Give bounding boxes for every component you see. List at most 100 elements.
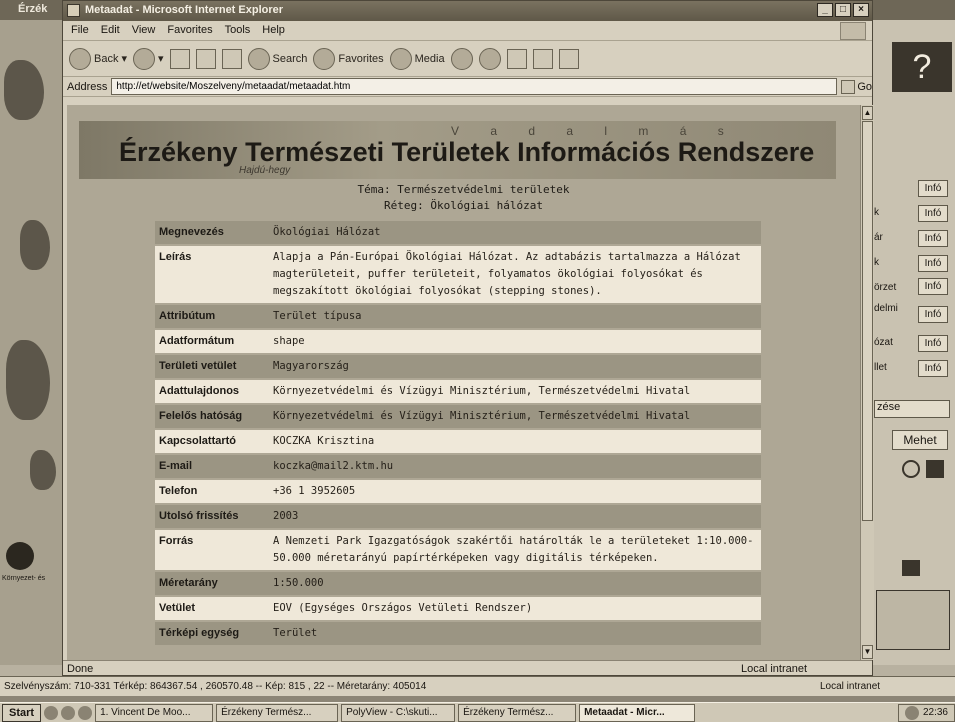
metadata-key: Adatformátum [155, 330, 269, 353]
back-label: Back [94, 52, 119, 65]
system-tray: 22:36 [897, 703, 955, 722]
info-button[interactable]: Infó [918, 278, 948, 295]
metadata-key: Megnevezés [155, 221, 269, 244]
metadata-value: Terület típusa [269, 305, 761, 328]
scroll-down-icon[interactable]: ▼ [862, 645, 873, 659]
metadata-value: Környezetvédelmi és Vízügyi Minisztérium… [269, 380, 761, 403]
banner-title: Érzékeny Természeti Területek Információ… [119, 137, 815, 167]
menu-view[interactable]: View [132, 24, 156, 40]
info-button[interactable]: Infó [918, 255, 948, 272]
page-banner: V a d a l m á s Érzékeny Természeti Terü… [79, 121, 836, 179]
scroll-up-icon[interactable]: ▲ [862, 106, 873, 120]
map-status-text: Szelvényszám: 710-331 Térkép: 864367.54 … [4, 681, 427, 692]
tray-icon[interactable] [904, 705, 919, 720]
back-arrow-icon [69, 47, 91, 70]
home-icon[interactable] [221, 48, 242, 69]
menubar: File Edit View Favorites Tools Help [63, 21, 872, 41]
metadata-key: Attribútum [155, 305, 269, 328]
metadata-key: Felelős hatóság [155, 405, 269, 428]
info-button[interactable]: Infó [918, 306, 948, 323]
start-button[interactable]: Start [2, 703, 42, 722]
metadata-key: Területi vetület [155, 355, 269, 378]
star-icon [313, 47, 336, 70]
metadata-row: Felelős hatóság Környezetvédelmi és Vízüg… [155, 405, 761, 428]
menu-edit[interactable]: Edit [101, 24, 120, 40]
metadata-value: Alapja a Pán-Európai Ökológiai Hálózat. … [269, 246, 761, 303]
metadata-row: Leírás Alapja a Pán-Európai Ökológiai Hál… [155, 246, 761, 303]
back-button[interactable]: Back ▾ [69, 47, 127, 70]
scroll-thumb[interactable] [862, 121, 873, 521]
task-button[interactable]: Érzékeny Termész... [216, 703, 339, 722]
quicklaunch-icon[interactable] [78, 705, 93, 720]
bg-label: delmi [874, 303, 898, 314]
forward-button[interactable]: ▾ [133, 47, 164, 70]
metadata-key: Vetület [155, 597, 269, 620]
go-label: Go [857, 80, 872, 93]
close-button[interactable]: × [853, 3, 869, 17]
minimize-button[interactable]: _ [817, 3, 833, 17]
go-button[interactable]: Go [841, 79, 872, 94]
metadata-row: Adatformátum shape [155, 330, 761, 353]
menu-file[interactable]: File [71, 24, 89, 40]
compass-label: Környezet- és [2, 575, 46, 582]
quicklaunch-icon[interactable] [44, 705, 59, 720]
bg-label: ár [874, 232, 883, 243]
favorites-label: Favorites [338, 52, 384, 65]
task-button-active[interactable]: Metaadat - Micr... [579, 703, 696, 722]
address-input[interactable] [111, 78, 838, 95]
metadata-row: Méretarány 1:50.000 [155, 572, 761, 595]
info-button[interactable]: Infó [918, 335, 948, 352]
info-button[interactable]: Infó [918, 230, 948, 247]
bg-label: k [874, 207, 879, 218]
mail-icon[interactable] [478, 47, 501, 70]
metadata-value: EOV (Egységes Országos Vetületi Rendszer… [269, 597, 761, 620]
layer-select[interactable]: zése [874, 400, 950, 418]
media-button[interactable]: Media [389, 47, 445, 70]
metadata-key: Leírás [155, 246, 269, 303]
info-button[interactable]: Infó [918, 205, 948, 222]
info-button[interactable]: Infó [918, 180, 948, 197]
theme-line: Téma: Természetvédelmi területek [357, 183, 570, 196]
task-button[interactable]: 1. Vincent De Moo... [95, 703, 214, 722]
refresh-icon[interactable] [195, 48, 216, 69]
info-button[interactable]: Infó [918, 360, 948, 377]
ie-titlebar: Metaadat - Microsoft Internet Explorer _… [63, 1, 872, 21]
stop-icon[interactable] [169, 48, 190, 69]
vertical-scrollbar[interactable]: ▲ ▼ [860, 105, 874, 660]
media-icon [389, 47, 412, 70]
edit-icon[interactable] [532, 48, 553, 69]
maximize-button[interactable]: □ [835, 3, 851, 17]
quicklaunch-icon[interactable] [61, 705, 76, 720]
menu-tools[interactable]: Tools [225, 24, 251, 40]
bg-label: k [874, 257, 879, 268]
metadata-row: Utolsó frissítés 2003 [155, 505, 761, 528]
clock: 22:36 [922, 707, 948, 718]
search-button[interactable]: Search [247, 47, 308, 70]
discuss-icon[interactable] [558, 48, 579, 69]
address-bar: Address Go [63, 77, 872, 97]
task-button[interactable]: Érzékeny Termész... [458, 703, 577, 722]
print-icon[interactable] [506, 48, 527, 69]
info-tool-icon[interactable] [902, 460, 920, 478]
help-icon[interactable]: ? [892, 42, 952, 92]
metadata-key: Forrás [155, 530, 269, 570]
metadata-key: Adattulajdonos [155, 380, 269, 403]
print-icon[interactable] [902, 560, 920, 576]
metadata-key: E-mail [155, 455, 269, 478]
ie-window-title: Metaadat - Microsoft Internet Explorer [85, 4, 284, 16]
metadata-value: Környezetvédelmi és Vízügyi Minisztérium… [269, 405, 761, 428]
favorites-button[interactable]: Favorites [313, 47, 384, 70]
pan-tool-icon[interactable] [926, 460, 944, 478]
history-icon[interactable] [450, 47, 473, 70]
left-map-panel: Környezet- és [0, 20, 64, 665]
menu-help[interactable]: Help [262, 24, 285, 40]
go-button[interactable]: Mehet [892, 430, 948, 450]
menu-favorites[interactable]: Favorites [167, 24, 212, 40]
metadata-value: Terület [269, 622, 761, 645]
search-label: Search [272, 52, 308, 65]
ie-window: Metaadat - Microsoft Internet Explorer _… [62, 0, 874, 676]
overview-map[interactable] [876, 590, 950, 650]
task-button[interactable]: PolyView - C:\skuti... [341, 703, 456, 722]
metadata-key: Térképi egység [155, 622, 269, 645]
metadata-key: Utolsó frissítés [155, 505, 269, 528]
